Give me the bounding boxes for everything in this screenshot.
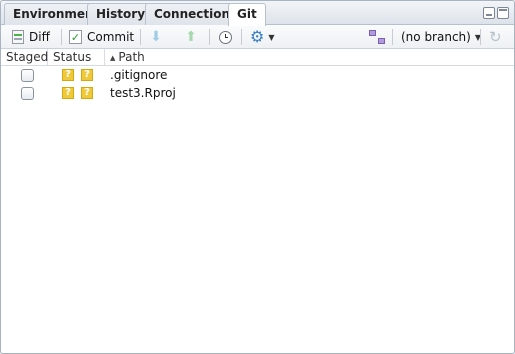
column-header-staged[interactable]: Staged: [1, 49, 48, 65]
changes-table: Staged Status ▲ Path ? ? .gitignore ? ? t…: [1, 49, 514, 102]
toolbar-separator: [480, 29, 481, 45]
window-controls: [483, 7, 509, 19]
status-badge: ?: [81, 69, 93, 81]
minimize-icon[interactable]: [483, 7, 495, 19]
commit-button[interactable]: ✓ Commit: [69, 28, 134, 46]
toolbar-separator: [61, 29, 62, 45]
gear-icon: ⚙: [250, 27, 265, 46]
refresh-button[interactable]: ↻: [489, 28, 502, 46]
table-row[interactable]: ? ? .gitignore: [1, 66, 514, 84]
push-button[interactable]: ⬆: [183, 28, 199, 46]
tab-bar: Environment History Connections Git: [1, 1, 514, 26]
branch-dropdown[interactable]: (no branch) ▼: [398, 28, 481, 46]
column-header-status[interactable]: Status: [48, 49, 105, 65]
status-cell: ? ?: [62, 84, 100, 102]
diff-icon: [12, 30, 24, 44]
file-path: test3.Rproj: [110, 86, 176, 100]
pull-button[interactable]: ⬇: [148, 28, 164, 46]
tab-history[interactable]: History: [87, 3, 155, 25]
pull-arrow-down-icon: ⬇: [150, 29, 162, 45]
table-header: Staged Status ▲ Path: [1, 49, 514, 66]
staged-checkbox[interactable]: [21, 84, 34, 102]
new-branch-button[interactable]: [369, 28, 385, 46]
toolbar-separator: [392, 29, 393, 45]
staged-checkbox[interactable]: [21, 66, 34, 84]
tab-git[interactable]: Git: [228, 3, 266, 26]
status-badge: ?: [62, 69, 74, 81]
path-cell[interactable]: test3.Rproj: [110, 84, 176, 102]
table-row[interactable]: ? ? test3.Rproj: [1, 84, 514, 102]
branch-icon: [369, 29, 385, 45]
branch-label: (no branch): [401, 30, 471, 44]
diff-button[interactable]: Diff: [12, 28, 50, 46]
toolbar-separator: [241, 29, 242, 45]
history-button[interactable]: [219, 28, 232, 46]
sort-ascending-icon: ▲: [110, 54, 116, 62]
maximize-icon[interactable]: [497, 7, 509, 19]
toolbar-separator: [140, 29, 141, 45]
chevron-down-icon: ▼: [268, 32, 275, 42]
path-cell[interactable]: .gitignore: [110, 66, 167, 84]
clock-icon: [219, 30, 232, 44]
refresh-icon: ↻: [489, 27, 502, 46]
commit-label: Commit: [87, 30, 135, 44]
push-arrow-up-icon: ⬆: [185, 29, 197, 45]
toolbar-separator: [209, 29, 210, 45]
git-pane: Environment History Connections Git Diff…: [0, 0, 515, 354]
commit-check-icon: ✓: [69, 30, 82, 44]
column-header-path[interactable]: ▲ Path: [105, 49, 514, 65]
status-cell: ? ?: [62, 66, 100, 84]
status-badge: ?: [81, 87, 93, 99]
git-toolbar: Diff ✓ Commit ⬇ ⬆ ⚙ ▼ (no branch) ▼ ↻: [1, 25, 514, 49]
more-menu-button[interactable]: ⚙ ▼: [250, 28, 275, 46]
status-badge: ?: [62, 87, 74, 99]
file-path: .gitignore: [110, 68, 168, 82]
diff-label: Diff: [29, 30, 50, 44]
